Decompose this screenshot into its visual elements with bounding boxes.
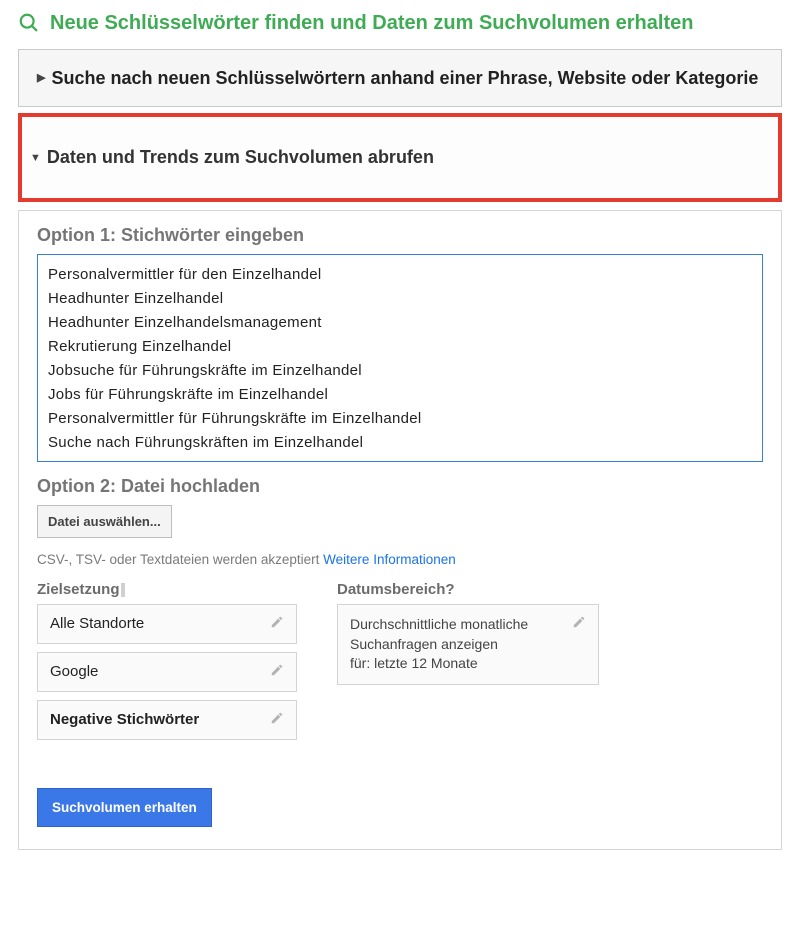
pencil-icon bbox=[270, 711, 284, 729]
daterange-selector[interactable]: Durchschnittliche monatliche Suchanfrage… bbox=[337, 604, 599, 685]
choose-file-button[interactable]: Datei auswählen... bbox=[37, 505, 172, 538]
targeting-item-label: Alle Standorte bbox=[50, 615, 144, 632]
keyword-line: Suche nach Führungskräften im Einzelhand… bbox=[48, 431, 752, 455]
daterange-line1: Durchschnittliche monatliche bbox=[350, 616, 528, 632]
keyword-line: Headhunter Einzelhandelsmanagement bbox=[48, 311, 752, 335]
keyword-line: Personalvermittler für den Einzelhandel bbox=[48, 263, 752, 287]
option2-label: Option 2: Datei hochladen bbox=[37, 476, 763, 497]
settings-columns: Zielsetzung Alle Standorte Google Negative… bbox=[37, 581, 763, 748]
keyword-line: Rekrutierung Einzelhandel bbox=[48, 335, 752, 359]
search-icon bbox=[18, 10, 40, 39]
file-hint-text: CSV-, TSV- oder Textdateien werden akzep… bbox=[37, 552, 323, 567]
targeting-item[interactable]: Alle Standorte bbox=[37, 604, 297, 644]
help-icon[interactable] bbox=[121, 583, 125, 597]
keyword-line: Jobs für Führungskräfte im Einzelhandel bbox=[48, 383, 752, 407]
panel-search-volume-trends: ▼ Daten und Trends zum Suchvolumen abruf… bbox=[18, 113, 782, 202]
panel-header-collapsed[interactable]: ▶ Suche nach neuen Schlüsselwörtern anha… bbox=[19, 50, 781, 106]
triangle-down-icon: ▼ bbox=[30, 152, 41, 164]
triangle-right-icon: ▶ bbox=[37, 71, 45, 86]
panel-header-open[interactable]: ▼ Daten und Trends zum Suchvolumen abruf… bbox=[22, 117, 778, 198]
daterange-line3: für: letzte 12 Monate bbox=[350, 655, 478, 671]
pencil-icon bbox=[270, 615, 284, 633]
page-title: Neue Schlüsselwörter finden und Daten zu… bbox=[50, 10, 693, 37]
panel-title: Daten und Trends zum Suchvolumen abrufen bbox=[47, 147, 434, 168]
more-info-link[interactable]: Weitere Informationen bbox=[323, 552, 456, 567]
daterange-label: Datumsbereich? bbox=[337, 581, 599, 598]
panel-title: Suche nach neuen Schlüsselwörtern anhand… bbox=[51, 66, 758, 90]
keywords-textarea[interactable]: Personalvermittler für den EinzelhandelH… bbox=[37, 254, 763, 462]
targeting-label: Zielsetzung bbox=[37, 581, 297, 598]
option1-label: Option 1: Stichwörter eingeben bbox=[37, 225, 763, 246]
pencil-icon bbox=[572, 615, 586, 635]
keyword-line: Jobsuche für Führungskräfte im Einzelhan… bbox=[48, 359, 752, 383]
targeting-column: Zielsetzung Alle Standorte Google Negative… bbox=[37, 581, 297, 748]
keyword-line: Personalvermittler für Führungskräfte im… bbox=[48, 407, 752, 431]
panel-search-new-keywords[interactable]: ▶ Suche nach neuen Schlüsselwörtern anha… bbox=[18, 49, 782, 107]
pencil-icon bbox=[270, 663, 284, 681]
page-header: Neue Schlüsselwörter finden und Daten zu… bbox=[18, 10, 782, 39]
targeting-item[interactable]: Negative Stichwörter bbox=[37, 700, 297, 740]
targeting-label-text: Zielsetzung bbox=[37, 581, 120, 598]
daterange-text: Durchschnittliche monatliche Suchanfrage… bbox=[350, 615, 528, 674]
targeting-item-label: Google bbox=[50, 663, 98, 680]
file-hint: CSV-, TSV- oder Textdateien werden akzep… bbox=[37, 552, 763, 567]
targeting-item[interactable]: Google bbox=[37, 652, 297, 692]
keyword-line: Headhunter Einzelhandel bbox=[48, 287, 752, 311]
targeting-item-label: Negative Stichwörter bbox=[50, 711, 199, 728]
daterange-column: Datumsbereich? Durchschnittliche monatli… bbox=[337, 581, 599, 748]
get-search-volume-button[interactable]: Suchvolumen erhalten bbox=[37, 788, 212, 827]
panel-body: Option 1: Stichwörter eingeben Personalv… bbox=[18, 210, 782, 850]
daterange-line2: Suchanfragen anzeigen bbox=[350, 636, 498, 652]
